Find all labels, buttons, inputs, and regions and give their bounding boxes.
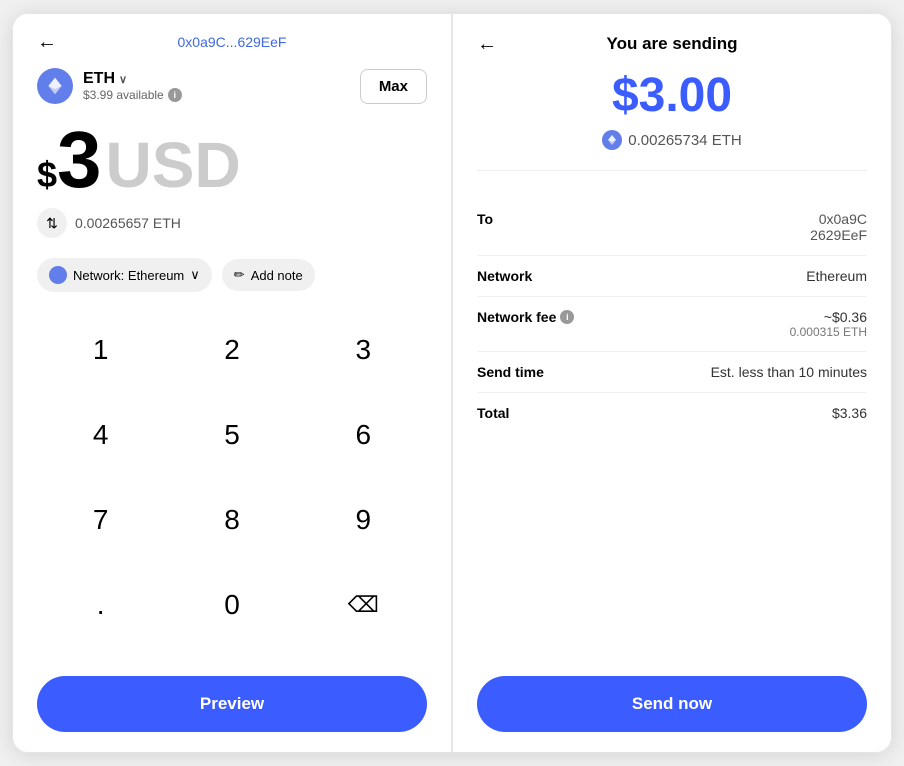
amount-number: 3 [57,120,102,200]
balance-info-icon[interactable]: i [168,88,182,102]
key-0[interactable]: 0 [168,575,295,635]
key-1[interactable]: 1 [37,320,164,380]
to-address-line1: 0x0a9C [819,211,867,227]
details-section: To 0x0a9C 2629EeF Network Ethereum Netwo… [477,179,867,676]
fee-info-icon[interactable]: i [560,310,574,324]
eth-logo-icon [37,68,73,104]
send-usd-amount: $3.00 [477,72,867,120]
to-address-line2: 2629EeF [810,227,867,243]
eth-icon-confirm [602,130,622,150]
send-time-label: Send time [477,364,544,380]
token-chevron-icon: ∨ [119,73,127,86]
token-info: ETH ∨ $3.99 available i [37,68,182,104]
key-8[interactable]: 8 [168,490,295,550]
network-detail-value: Ethereum [806,268,867,284]
network-chevron-icon: ∨ [190,267,200,283]
token-details: ETH ∨ $3.99 available i [83,70,182,102]
network-eth-icon [49,266,67,284]
total-label: Total [477,405,509,421]
left-header: ← 0x0a9C...629EeF [37,34,427,50]
pencil-icon: ✏ [234,267,245,283]
amount-currency: USD [106,133,241,197]
send-eth-amount: 0.00265734 ETH [628,132,741,149]
back-button-left[interactable]: ← [37,31,57,54]
token-name[interactable]: ETH ∨ [83,70,182,88]
network-detail-label: Network [477,268,532,284]
right-header: ← You are sending [477,34,867,54]
network-row: Network Ethereum [477,256,867,297]
confirm-screen: ← You are sending $3.00 0.00265734 ETH T… [452,13,892,753]
token-balance: $3.99 available i [83,88,182,102]
key-backspace[interactable]: ⌫ [300,575,427,635]
key-3[interactable]: 3 [300,320,427,380]
amount-display: $ 3 USD [37,120,427,200]
total-row: Total $3.36 [477,393,867,433]
send-time-row: Send time Est. less than 10 minutes [477,352,867,393]
wallet-address[interactable]: 0x0a9C...629EeF [178,34,287,50]
fee-label: Network fee [477,309,556,325]
note-label: Add note [251,268,303,283]
send-eth-row: 0.00265734 ETH [477,130,867,150]
send-amount-section: $3.00 0.00265734 ETH [477,72,867,171]
fee-row: Network fee i ~$0.36 0.000315 ETH [477,297,867,352]
network-selector[interactable]: Network: Ethereum ∨ [37,258,212,292]
send-screen: ← 0x0a9C...629EeF ETH ∨ $3. [12,13,452,753]
confirm-title: You are sending [607,34,738,54]
key-6[interactable]: 6 [300,405,427,465]
conversion-text: 0.00265657 ETH [75,215,181,231]
fee-usd-value: ~$0.36 [824,309,867,325]
key-4[interactable]: 4 [37,405,164,465]
key-9[interactable]: 9 [300,490,427,550]
dollar-sign: $ [37,154,57,196]
total-value: $3.36 [832,405,867,421]
key-2[interactable]: 2 [168,320,295,380]
network-label: Network: Ethereum [73,268,184,283]
fee-value-block: ~$0.36 0.000315 ETH [790,309,867,339]
back-button-right[interactable]: ← [477,33,497,56]
key-7[interactable]: 7 [37,490,164,550]
keypad: 1 2 3 4 5 6 7 8 9 . 0 ⌫ [37,320,427,656]
conversion-row: ⇅ 0.00265657 ETH [37,208,427,238]
fee-eth-value: 0.000315 ETH [790,325,867,339]
options-row: Network: Ethereum ∨ ✏ Add note [37,258,427,292]
to-address-block: 0x0a9C 2629EeF [810,211,867,243]
send-now-button[interactable]: Send now [477,676,867,732]
swap-icon[interactable]: ⇅ [37,208,67,238]
to-row: To 0x0a9C 2629EeF [477,199,867,256]
key-dot[interactable]: . [37,575,164,635]
key-5[interactable]: 5 [168,405,295,465]
send-time-value: Est. less than 10 minutes [711,364,867,380]
fee-label-container: Network fee i [477,309,574,325]
preview-button[interactable]: Preview [37,676,427,732]
to-label: To [477,211,493,227]
max-button[interactable]: Max [360,69,427,104]
token-row: ETH ∨ $3.99 available i Max [37,68,427,104]
add-note-button[interactable]: ✏ Add note [222,259,315,291]
